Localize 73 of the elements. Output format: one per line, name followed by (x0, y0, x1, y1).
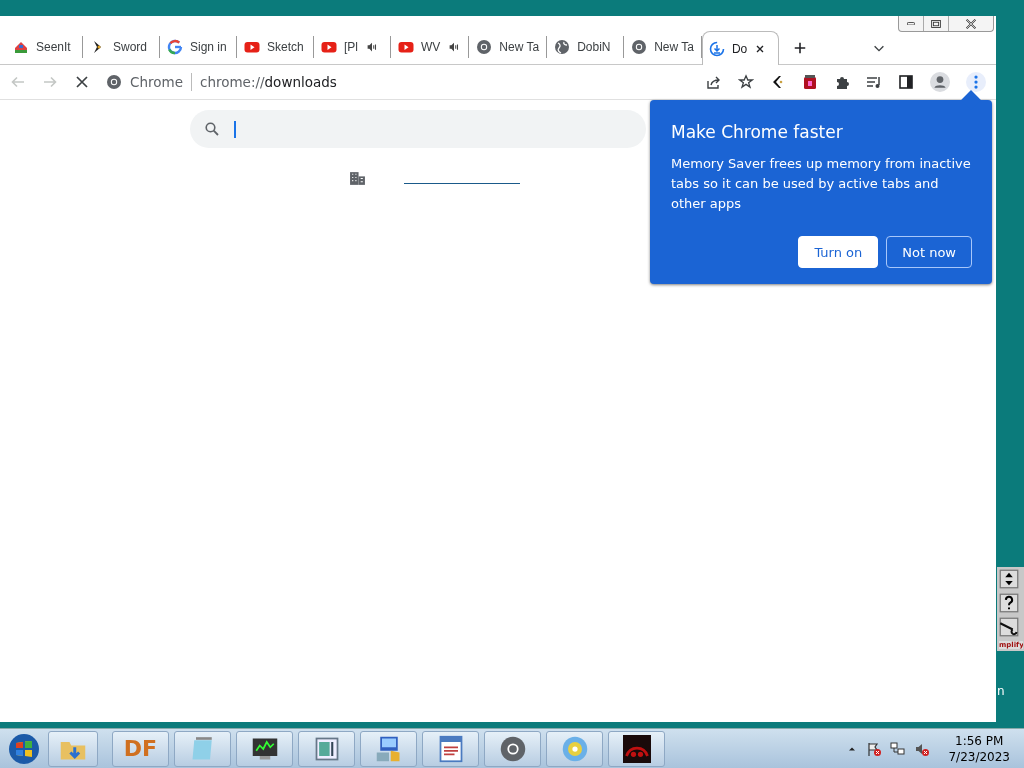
browser-tab[interactable]: Sign in (160, 36, 237, 58)
media-icon (866, 74, 882, 90)
windows-logo-icon (8, 732, 40, 765)
taskbar-button[interactable] (236, 730, 293, 767)
tab-title: [Pl (344, 40, 358, 54)
video-icon (398, 39, 414, 55)
promo-text: Memory Saver frees up memory from inactive tabs so it can be used by active tabs and other apps (671, 155, 972, 213)
network-icon (890, 740, 907, 757)
tab-title: Sign in (190, 40, 227, 54)
bookmark-star-icon (738, 74, 754, 90)
minimize-icon (907, 21, 915, 26)
dismiss-button[interactable]: Not now (886, 236, 972, 268)
browser-tab[interactable]: DobiN (547, 36, 625, 58)
tab-title: New Ta (499, 40, 540, 54)
browser-tab[interactable]: New Ta (624, 36, 702, 58)
clock-time[interactable]: 1:56 PM (955, 732, 1004, 749)
back-arrow-icon (10, 74, 26, 90)
google-icon (167, 39, 183, 55)
flag-icon (866, 740, 883, 757)
side-panel-icon (898, 74, 914, 90)
tab-title: New Ta (654, 40, 694, 54)
site-label: Chrome (130, 74, 183, 90)
plus-icon (792, 41, 807, 55)
video-icon (244, 39, 260, 55)
help-icon (999, 593, 1019, 613)
browser-tab[interactable]: New Ta (469, 36, 548, 58)
share-button[interactable] (706, 74, 722, 90)
share-icon (706, 74, 722, 90)
computer-icon (374, 734, 403, 763)
new-tab-button[interactable] (792, 41, 807, 55)
extension-icon (802, 74, 818, 90)
building-icon (349, 170, 366, 187)
bookmark-star-button[interactable] (738, 74, 754, 90)
search-icon (204, 121, 220, 137)
address-field[interactable]: chrome://downloads (199, 74, 337, 90)
side-panel-button[interactable] (898, 74, 914, 90)
tab-title: WV (421, 40, 441, 54)
desktop-icon-label: n (997, 684, 1005, 698)
search-field[interactable] (190, 110, 646, 148)
taskbar-button[interactable] (608, 730, 665, 767)
profile-button[interactable] (930, 72, 950, 92)
profile-icon (930, 72, 950, 92)
tab-title: Do (731, 41, 748, 56)
spinner-arrows-icon (999, 569, 1019, 589)
forward-arrow-icon (42, 74, 58, 90)
house-icon (13, 39, 29, 55)
puzzle-button[interactable] (834, 74, 850, 90)
puzzle-icon (834, 74, 850, 90)
media-button[interactable] (866, 74, 882, 90)
browser-tab[interactable]: WV (391, 36, 470, 58)
globe-icon (554, 39, 571, 55)
video-icon (321, 39, 337, 55)
download-icon (708, 40, 725, 57)
stop-button[interactable] (74, 74, 90, 90)
close-icon (74, 74, 90, 90)
extension-button[interactable] (802, 74, 818, 90)
turn-on-button[interactable]: Turn on (798, 236, 879, 268)
tab-title: Sword (113, 40, 147, 54)
browser-tab[interactable]: Sketch (237, 36, 314, 58)
tab-title: Sketch (267, 40, 304, 54)
menu-icon (966, 72, 986, 92)
browser-tab[interactable]: SeenIt (6, 36, 83, 58)
tab-title: SeenIt (36, 40, 71, 54)
browser-tab[interactable]: Do (701, 31, 779, 65)
browser-tab[interactable]: Sword (83, 36, 160, 58)
browser-tab[interactable]: [Pl (314, 36, 391, 58)
disc-icon (560, 734, 589, 763)
promo-title: Make Chrome faster (671, 122, 844, 142)
clock-date[interactable]: 7/23/2023 (948, 748, 1010, 765)
app-icon (622, 734, 651, 763)
menu-button[interactable] (966, 72, 986, 92)
tab-title: DobiN (577, 40, 611, 54)
wrench-icon (999, 617, 1019, 637)
